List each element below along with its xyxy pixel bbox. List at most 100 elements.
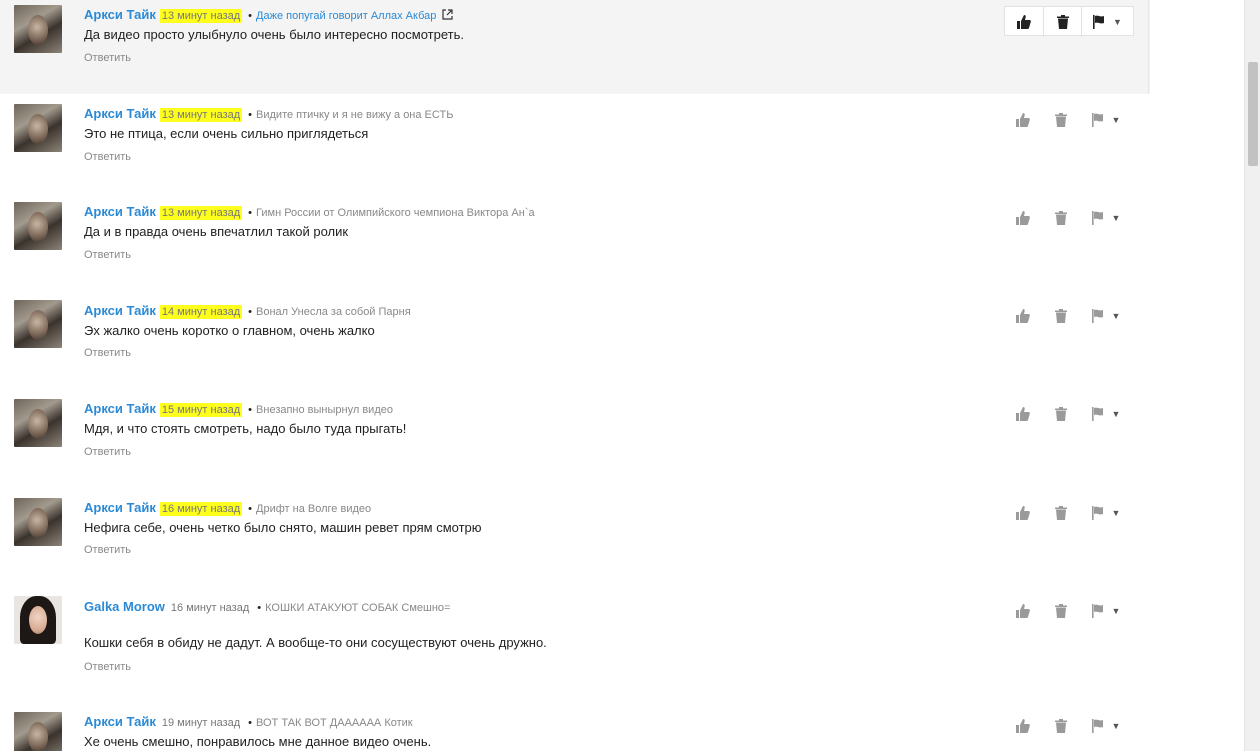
scrollbar[interactable] xyxy=(1244,0,1260,751)
delete-button[interactable] xyxy=(1042,105,1080,135)
comment-actions: ▼ xyxy=(1004,203,1134,233)
avatar[interactable] xyxy=(14,399,62,447)
avatar[interactable] xyxy=(14,712,62,751)
video-link[interactable]: Видите птичку и я не вижу а она ЕСТЬ xyxy=(256,109,453,121)
external-link-icon[interactable] xyxy=(442,9,453,20)
reply-link[interactable]: Ответить xyxy=(84,151,131,163)
reply-link[interactable]: Ответить xyxy=(84,52,131,64)
comment-header: Galka Morow 16 минут назад • КОШКИ АТАКУЮТ … xyxy=(84,599,450,614)
author-link[interactable]: Аркси Тайк xyxy=(84,7,156,22)
comment-header: Аркси Тайк 13 минут назад • Даже попугай го… xyxy=(84,7,453,23)
author-link[interactable]: Аркси Тайк xyxy=(84,714,156,729)
avatar[interactable] xyxy=(14,596,62,644)
avatar[interactable] xyxy=(14,498,62,546)
reply-link[interactable]: Ответить xyxy=(84,661,131,673)
timestamp-link[interactable]: 14 минут назад xyxy=(159,305,243,319)
comment-item: Аркси Тайк 16 минут назад • Дрифт на Волге … xyxy=(0,488,1150,586)
flag-icon xyxy=(1091,719,1103,733)
author-link[interactable]: Аркси Тайк xyxy=(84,106,156,121)
thumbs-up-icon xyxy=(1017,15,1031,29)
author-link[interactable]: Аркси Тайк xyxy=(84,500,156,515)
bullet-separator: • xyxy=(257,602,262,614)
timestamp-link[interactable]: 16 минут назад xyxy=(159,502,243,516)
delete-button[interactable] xyxy=(1042,498,1080,528)
timestamp-link[interactable]: 13 минут назад xyxy=(159,9,243,23)
video-link[interactable]: Даже попугай говорит Аллах Акбар xyxy=(256,10,436,22)
comment-text: Да видео просто улыбнуло очень было инте… xyxy=(84,27,464,42)
delete-button[interactable] xyxy=(1043,7,1081,37)
comment-item: Galka Morow 16 минут назад • КОШКИ АТАКУЮТ … xyxy=(0,586,1150,698)
chevron-down-icon: ▼ xyxy=(1113,17,1122,27)
flag-button[interactable]: ▼ xyxy=(1080,105,1132,135)
avatar[interactable] xyxy=(14,104,62,152)
timestamp-link[interactable]: 13 минут назад xyxy=(159,108,243,122)
comment-text: Это не птица, если очень сильно пригляде… xyxy=(84,126,369,141)
flag-button[interactable]: ▼ xyxy=(1080,498,1132,528)
like-button[interactable] xyxy=(1004,105,1042,135)
delete-button[interactable] xyxy=(1042,596,1080,626)
comment-text: Нефига себе, очень четко было снято, маш… xyxy=(84,520,482,535)
chevron-down-icon: ▼ xyxy=(1111,606,1121,616)
trash-icon xyxy=(1055,211,1067,225)
like-button[interactable] xyxy=(1004,711,1042,741)
comment-header: Аркси Тайк 14 минут назад • Вонал Унесла за… xyxy=(84,303,411,319)
flag-icon xyxy=(1091,113,1103,127)
comment-actions: ▼ xyxy=(1004,301,1134,331)
delete-button[interactable] xyxy=(1042,301,1080,331)
video-link[interactable]: Вонал Унесла за собой Парня xyxy=(256,306,411,318)
comment-header: Аркси Тайк 15 минут назад • Внезапно вынырн… xyxy=(84,401,393,417)
timestamp-link[interactable]: 15 минут назад xyxy=(159,403,243,417)
comment-item: Аркси Тайк 15 минут назад • Внезапно вынырн… xyxy=(0,389,1150,488)
flag-button[interactable]: ▼ xyxy=(1080,711,1132,741)
flag-button[interactable]: ▼ xyxy=(1080,399,1132,429)
flag-button[interactable]: ▼ xyxy=(1081,7,1133,37)
thumbs-up-icon xyxy=(1016,604,1030,618)
comment-header: Аркси Тайк 19 минут назад • ВОТ ТАК ВОТ ДАА… xyxy=(84,714,413,729)
delete-button[interactable] xyxy=(1042,399,1080,429)
avatar[interactable] xyxy=(14,202,62,250)
timestamp-link[interactable]: 16 минут назад xyxy=(169,601,251,615)
reply-link[interactable]: Ответить xyxy=(84,544,131,556)
author-link[interactable]: Аркси Тайк xyxy=(84,401,156,416)
avatar[interactable] xyxy=(14,5,62,53)
avatar[interactable] xyxy=(14,300,62,348)
like-button[interactable] xyxy=(1004,301,1042,331)
author-link[interactable]: Galka Morow xyxy=(84,599,165,614)
comment-item: Аркси Тайк 13 минут назад • Видите птичку и… xyxy=(0,94,1150,192)
video-link[interactable]: Дрифт на Волге видео xyxy=(256,503,371,515)
bullet-separator: • xyxy=(248,10,253,22)
reply-link[interactable]: Ответить xyxy=(84,446,131,458)
like-button[interactable] xyxy=(1004,596,1042,626)
flag-icon xyxy=(1091,604,1103,618)
like-button[interactable] xyxy=(1005,7,1043,37)
author-link[interactable]: Аркси Тайк xyxy=(84,204,156,219)
comment-item: Аркси Тайк 14 минут назад • Вонал Унесла за… xyxy=(0,291,1150,389)
delete-button[interactable] xyxy=(1042,711,1080,741)
comment-actions: ▼ xyxy=(1004,498,1134,528)
comment-feed: Аркси Тайк 13 минут назад • Даже попугай го… xyxy=(0,0,1150,751)
reply-link[interactable]: Ответить xyxy=(84,249,131,261)
flag-button[interactable]: ▼ xyxy=(1080,596,1132,626)
like-button[interactable] xyxy=(1004,399,1042,429)
delete-button[interactable] xyxy=(1042,203,1080,233)
comment-text: Да и в правда очень впечатлил такой роли… xyxy=(84,224,349,239)
flag-icon xyxy=(1091,506,1103,520)
like-button[interactable] xyxy=(1004,498,1042,528)
timestamp-link[interactable]: 19 минут назад xyxy=(160,716,242,730)
comment-header: Аркси Тайк 13 минут назад • Видите птичку и… xyxy=(84,106,453,122)
bullet-separator: • xyxy=(248,109,253,121)
trash-icon xyxy=(1055,113,1067,127)
video-link[interactable]: Гимн России от Олимпийского чемпиона Вик… xyxy=(256,207,535,219)
video-link[interactable]: Внезапно вынырнул видео xyxy=(256,404,393,416)
flag-button[interactable]: ▼ xyxy=(1080,301,1132,331)
scrollbar-thumb[interactable] xyxy=(1248,62,1258,166)
flag-button[interactable]: ▼ xyxy=(1080,203,1132,233)
like-button[interactable] xyxy=(1004,203,1042,233)
reply-link[interactable]: Ответить xyxy=(84,347,131,359)
author-link[interactable]: Аркси Тайк xyxy=(84,303,156,318)
video-link[interactable]: КОШКИ АТАКУЮТ СОБАК Смешно= xyxy=(265,602,450,614)
video-link[interactable]: ВОТ ТАК ВОТ ДАААААА Котик xyxy=(256,717,413,729)
thumbs-up-icon xyxy=(1016,113,1030,127)
timestamp-link[interactable]: 13 минут назад xyxy=(159,206,243,220)
comment-item: Аркси Тайк 13 минут назад • Гимн России от … xyxy=(0,192,1150,291)
